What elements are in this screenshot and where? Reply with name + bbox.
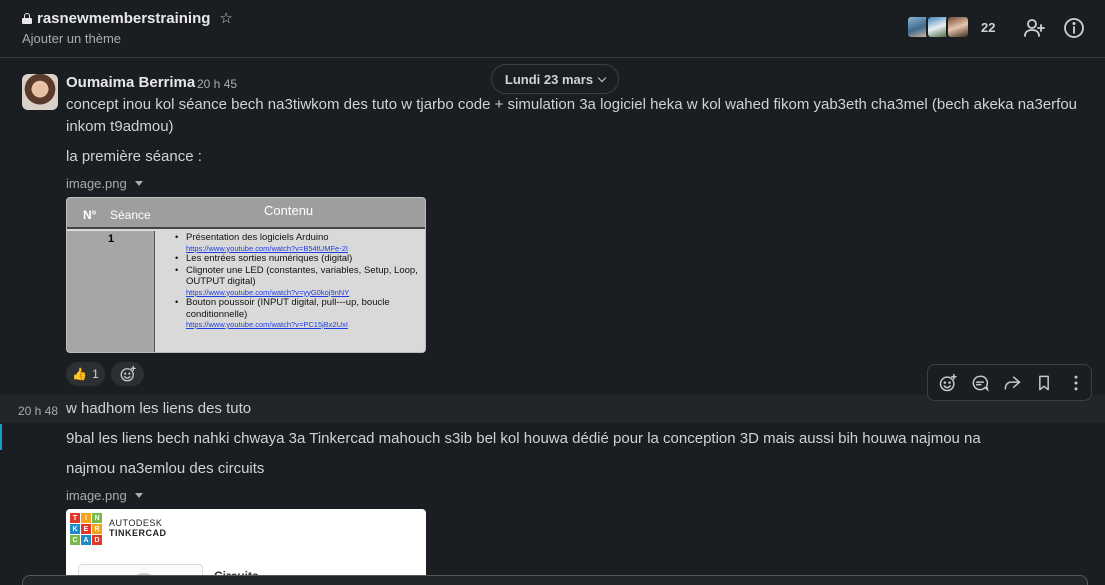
brand-label: AUTODESK [109,518,163,528]
list-item: Clignoter une LED (constantes, variables… [175,265,424,298]
channel-title[interactable]: rasnewmemberstraining ☆ [22,9,233,27]
more-actions-icon[interactable] [1064,371,1088,395]
date-divider[interactable]: Lundi 23 mars [491,64,619,94]
table-header-cell: Contenu [264,203,314,218]
list-item: Présentation des logiciels Arduino https… [175,232,424,253]
link: https://www.youtube.com/watch?v=yyG0koj9… [186,287,350,297]
list-item: Bouton poussoir (INPUT digital, pull---u… [175,297,424,330]
message-timestamp[interactable]: 20 h 45 [197,77,237,91]
table-cell: Présentation des logiciels Arduino https… [156,231,425,352]
image-attachment[interactable]: TIN KER CAD AUTODESK TINKERCAD Circuits [66,509,426,585]
date-label: Lundi 23 mars [504,71,594,87]
unread-indicator [0,424,2,450]
add-reaction-icon[interactable] [936,371,960,395]
message-composer[interactable] [22,575,1088,585]
lock-icon [22,12,32,24]
file-name: image.png [66,488,127,503]
brand-label: TINKERCAD [109,528,167,538]
table-cell: 1 [67,231,155,352]
add-reaction-button[interactable] [111,362,144,386]
star-icon[interactable]: ☆ [219,9,232,27]
member-count[interactable]: 22 [981,20,995,35]
thumbs-up-icon: 👍 [72,367,88,381]
list-item: Les entrées sorties numériques (digital) [175,253,424,265]
file-name: image.png [66,176,127,191]
channel-topic[interactable]: Ajouter un thème [22,31,121,46]
message-timestamp[interactable]: 20 h 48 [18,404,58,418]
member-avatars[interactable] [906,15,970,39]
message-text: concept inou kol séance bech na3tiwkom d… [66,96,1078,135]
caret-down-icon [134,493,143,498]
avatar [946,15,970,39]
content-list: Présentation des logiciels Arduino https… [175,232,424,330]
info-icon[interactable] [1062,16,1086,40]
message-text: najmou na3emlou des circuits [66,460,265,477]
table-header: N° Séance Contenu [67,198,425,229]
channel-header: rasnewmemberstraining ☆ Ajouter un thème… [0,0,1105,58]
bookmark-icon[interactable] [1032,371,1056,395]
reaction-count: 1 [92,367,99,381]
link: https://www.youtube.com/watch?v=B54tUMFe… [186,243,348,253]
message-text: la première séance : [66,148,202,165]
image-attachment[interactable]: N° Séance Contenu 1 Présentation des log… [66,197,426,353]
add-user-icon[interactable] [1022,16,1046,40]
chevron-down-icon [597,73,607,82]
tinkercad-logo: TIN KER CAD [70,513,102,545]
message-text: 9bal les liens bech nahki chwaya 3a Tink… [66,430,981,447]
row-number: 1 [108,233,115,245]
file-name-toggle[interactable]: image.png [66,176,143,191]
message-actions-toolbar [927,364,1092,401]
add-emoji-icon [120,365,136,382]
table-header-cell: Séance [110,208,151,222]
share-icon[interactable] [1000,371,1024,395]
reaction-thumbs-up[interactable]: 👍 1 [66,362,105,386]
reply-thread-icon[interactable] [968,371,992,395]
caret-down-icon [134,181,143,186]
link: https://www.youtube.com/watch?v=PC15jBx2… [186,320,348,329]
avatar[interactable] [22,74,58,110]
table-header-cell: N° [83,208,97,222]
channel-name[interactable]: rasnewmemberstraining [37,10,210,27]
message-text: w hadhom les liens des tuto [66,400,252,417]
message-author[interactable]: Oumaima Berrima [66,74,195,91]
file-name-toggle[interactable]: image.png [66,488,143,503]
